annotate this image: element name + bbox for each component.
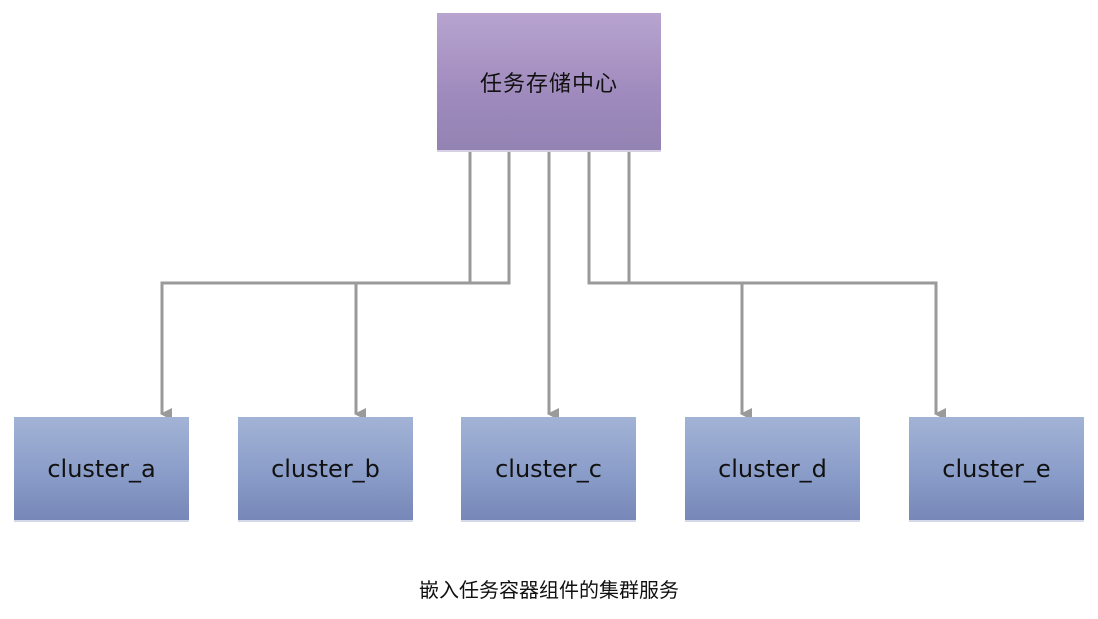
cluster-e-label: cluster_e xyxy=(942,454,1051,483)
cluster-c-node: cluster_c xyxy=(461,417,636,522)
edge-to-cluster-e xyxy=(627,152,946,420)
cluster-a-node: cluster_a xyxy=(14,417,189,522)
cluster-d-node: cluster_d xyxy=(685,417,860,522)
cluster-b-node: cluster_b xyxy=(238,417,413,522)
edge-to-cluster-b xyxy=(354,152,511,420)
task-storage-center-label: 任务存储中心 xyxy=(479,71,618,97)
diagram-caption: 嵌入任务容器组件的集群服务 xyxy=(419,578,679,602)
cluster-e-node: cluster_e xyxy=(909,417,1084,522)
cluster-c-label: cluster_c xyxy=(495,454,602,483)
cluster-b-label: cluster_b xyxy=(271,454,380,483)
cluster-a-label: cluster_a xyxy=(47,454,156,483)
cluster-d-label: cluster_d xyxy=(718,454,827,483)
task-storage-center-node: 任务存储中心 xyxy=(437,13,661,152)
